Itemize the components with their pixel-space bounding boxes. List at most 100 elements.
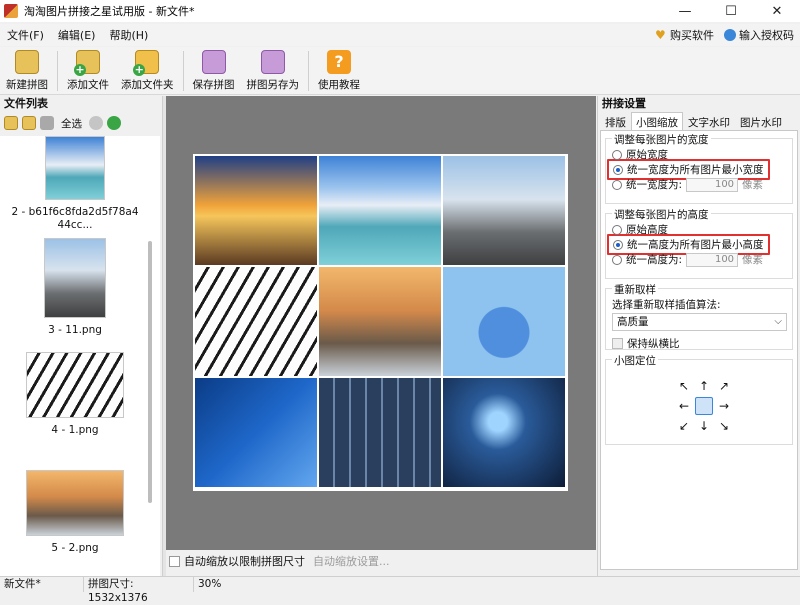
mosaic-tile-illustration bbox=[443, 267, 565, 376]
file-thumbnail bbox=[45, 136, 105, 200]
add-file-label: 添加文件 bbox=[67, 79, 109, 91]
enter-license-label: 输入授权码 bbox=[739, 29, 794, 42]
add-folder-icon bbox=[133, 50, 160, 76]
file-list-item[interactable]: 2 - b61f6c8fda2d5f78a444cc... bbox=[10, 136, 140, 232]
save-mosaic-button[interactable]: 保存拼图 bbox=[187, 47, 241, 92]
save-mosaic-label: 保存拼图 bbox=[192, 79, 235, 91]
keep-ratio-option[interactable]: 保持纵横比 bbox=[612, 336, 680, 351]
radio-icon bbox=[612, 179, 622, 190]
canvas-options-bar: 自动缩放以限制拼图尺寸 自动缩放设置... bbox=[166, 550, 596, 572]
width-min-option[interactable]: 统一宽度为所有图片最小宽度 bbox=[606, 159, 792, 180]
save-icon bbox=[201, 50, 226, 74]
save-as-button[interactable]: 拼图另存为 bbox=[241, 47, 306, 92]
mosaic-canvas[interactable] bbox=[166, 96, 596, 550]
position-group-title: 小图定位 bbox=[612, 353, 658, 368]
arrow-up-icon[interactable]: ↑ bbox=[694, 376, 714, 396]
radio-icon bbox=[612, 254, 622, 265]
position-center-button[interactable] bbox=[694, 396, 714, 416]
new-mosaic-button[interactable]: 新建拼图 bbox=[0, 47, 54, 92]
toolbar-separator bbox=[308, 51, 309, 91]
file-name: 5 - 2.png bbox=[51, 542, 99, 554]
status-bar: 新文件* 拼图尺寸: 1532x1376 30% bbox=[0, 576, 800, 604]
height-unit: 像素 bbox=[742, 254, 764, 266]
settings-tabs: 排版 小图缩放 文字水印 图片水印 bbox=[598, 112, 800, 130]
tutorial-button[interactable]: ? 使用教程 bbox=[312, 47, 366, 92]
keep-ratio-checkbox[interactable] bbox=[612, 338, 623, 349]
tab-text-watermark[interactable]: 文字水印 bbox=[683, 112, 735, 130]
select-all-button[interactable]: 全选 bbox=[58, 116, 85, 131]
position-grid: ↖ ↑ ↗ ← → ↙ ↓ ↘ bbox=[674, 376, 734, 436]
keep-ratio-label: 保持纵横比 bbox=[627, 338, 680, 350]
save-as-label: 拼图另存为 bbox=[246, 79, 300, 91]
menu-right: ♥ 购买软件 输入授权码 bbox=[655, 27, 800, 43]
file-list-scrollbar[interactable] bbox=[148, 241, 152, 503]
radio-selected-icon bbox=[613, 239, 623, 250]
width-min-label: 统一宽度为所有图片最小宽度 bbox=[627, 164, 764, 176]
menu-help[interactable]: 帮助(H) bbox=[102, 27, 155, 43]
mosaic-tile-robot-hand bbox=[195, 378, 317, 487]
arrow-down-right-icon[interactable]: ↘ bbox=[714, 416, 734, 436]
arrow-left-icon[interactable]: ← bbox=[674, 396, 694, 416]
mosaic-tile-lake bbox=[319, 156, 441, 265]
menu-file[interactable]: 文件(F) bbox=[0, 27, 51, 43]
height-group: 调整每张图片的高度 原始高度 统一高度为所有图片最小高度 统一高度为: 100 … bbox=[605, 207, 793, 279]
file-list-item[interactable]: 3 - 11.png bbox=[10, 238, 140, 337]
radio-icon bbox=[612, 224, 622, 235]
user-icon bbox=[724, 29, 736, 41]
resample-select-value: 高质量 bbox=[617, 316, 649, 328]
arrow-up-left-icon[interactable]: ↖ bbox=[674, 376, 694, 396]
arrow-down-icon[interactable]: ↓ bbox=[694, 416, 714, 436]
file-name: 2 - b61f6c8fda2d5f78a444cc... bbox=[11, 206, 139, 231]
buy-software-label: 购买软件 bbox=[670, 29, 714, 42]
enter-license-link[interactable]: 输入授权码 bbox=[724, 27, 794, 43]
height-group-title: 调整每张图片的高度 bbox=[612, 207, 711, 222]
file-name: 4 - 1.png bbox=[51, 424, 99, 436]
width-value-input[interactable]: 100 bbox=[686, 177, 739, 192]
width-unit: 像素 bbox=[742, 179, 764, 191]
chevron-down-icon: ⌵ bbox=[774, 316, 782, 327]
arrow-up-right-icon[interactable]: ↗ bbox=[714, 376, 734, 396]
tab-thumbnail-scale[interactable]: 小图缩放 bbox=[631, 112, 683, 130]
arrow-down-left-icon[interactable]: ↙ bbox=[674, 416, 694, 436]
toolbar-separator bbox=[182, 51, 184, 91]
move-down-icon[interactable] bbox=[107, 116, 121, 130]
file-list-item[interactable]: 5 - 2.png bbox=[10, 470, 140, 555]
width-fixed-label: 统一宽度为: bbox=[626, 179, 683, 191]
tab-layout[interactable]: 排版 bbox=[600, 112, 631, 130]
radio-icon bbox=[612, 149, 622, 160]
add-file-button[interactable]: 添加文件 bbox=[61, 47, 115, 92]
buy-software-link[interactable]: ♥ 购买软件 bbox=[655, 27, 714, 43]
resample-select[interactable]: 高质量 ⌵ bbox=[612, 313, 787, 331]
auto-scale-settings-link[interactable]: 自动缩放设置... bbox=[313, 553, 390, 569]
arrow-right-icon[interactable]: → bbox=[714, 396, 734, 416]
menu-bar: 文件(F) 编辑(E) 帮助(H) ♥ 购买软件 输入授权码 bbox=[0, 24, 800, 46]
resample-group: 重新取样 选择重新取样插值算法: 高质量 ⌵ 保持纵横比 bbox=[605, 282, 793, 351]
file-list[interactable]: 2 - b61f6c8fda2d5f78a444cc... 3 - 11.png… bbox=[0, 136, 160, 576]
settings-panel: 拼接设置 排版 小图缩放 文字水印 图片水印 调整每张图片的宽度 原始宽度 统一… bbox=[597, 96, 800, 576]
file-list-panel: 文件列表 全选 2 - b61f6c8fda2d5f78a444cc... 3 … bbox=[0, 96, 163, 576]
maximize-button[interactable]: ☐ bbox=[708, 0, 754, 22]
tab-content: 调整每张图片的宽度 原始宽度 统一宽度为所有图片最小宽度 统一宽度为: 100 … bbox=[600, 130, 798, 570]
auto-scale-checkbox[interactable] bbox=[169, 555, 180, 567]
tab-image-watermark[interactable]: 图片水印 bbox=[735, 112, 787, 130]
minimize-button[interactable]: — bbox=[662, 0, 708, 22]
heart-icon: ♥ bbox=[655, 28, 666, 42]
close-button[interactable]: ✕ bbox=[754, 0, 800, 22]
file-list-item[interactable]: 4 - 1.png bbox=[10, 352, 140, 437]
file-list-title: 文件列表 bbox=[4, 97, 48, 110]
title-bar: 淘淘图片拼接之星试用版 - 新文件* — ☐ ✕ bbox=[0, 0, 800, 22]
height-min-option[interactable]: 统一高度为所有图片最小高度 bbox=[606, 234, 792, 255]
help-icon: ? bbox=[327, 50, 351, 74]
file-name: 3 - 11.png bbox=[48, 324, 102, 336]
file-thumbnail bbox=[26, 470, 124, 536]
add-folder-small-icon[interactable] bbox=[22, 116, 36, 130]
width-group-title: 调整每张图片的宽度 bbox=[612, 132, 711, 147]
height-min-label: 统一高度为所有图片最小高度 bbox=[627, 239, 764, 251]
height-value-input[interactable]: 100 bbox=[686, 252, 739, 267]
menu-edit[interactable]: 编辑(E) bbox=[51, 27, 103, 43]
add-folder-label: 添加文件夹 bbox=[121, 79, 174, 91]
add-folder-button[interactable]: 添加文件夹 bbox=[115, 47, 180, 92]
add-file-small-icon[interactable] bbox=[4, 116, 18, 130]
move-up-icon[interactable] bbox=[89, 116, 103, 130]
remove-icon[interactable] bbox=[40, 116, 54, 130]
